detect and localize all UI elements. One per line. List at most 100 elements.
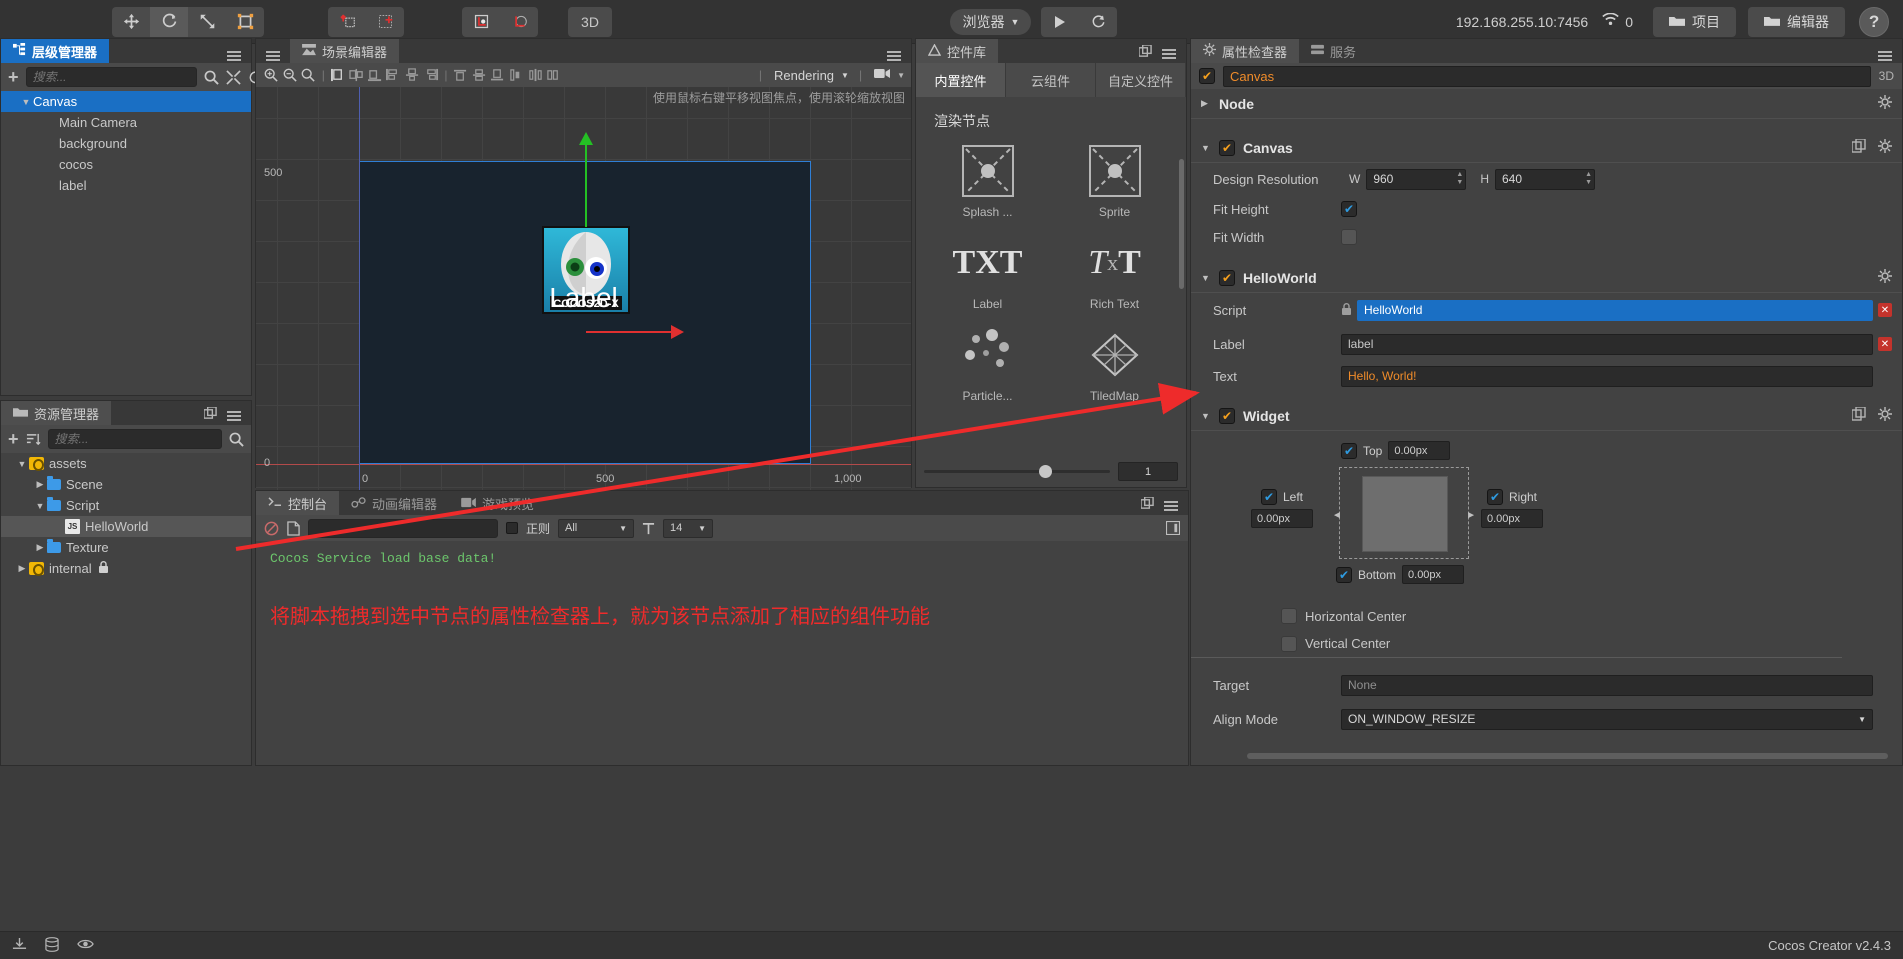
database-icon[interactable] — [45, 936, 59, 955]
console-options-icon[interactable] — [1166, 521, 1180, 535]
local-coord-tool-button[interactable] — [462, 7, 500, 37]
hierarchy-node-cocos[interactable]: cocos — [1, 154, 251, 175]
widget-left-value[interactable]: 0.00px — [1251, 509, 1313, 528]
zoom-out-icon[interactable] — [281, 65, 300, 85]
distribute-left-icon[interactable] — [507, 65, 526, 85]
widget-item-rich-text[interactable]: TxT Rich Text — [1051, 231, 1178, 317]
height-stepper[interactable]: ▲ ▼ — [1585, 171, 1592, 187]
component-header-node[interactable]: ▶ Node — [1191, 89, 1902, 119]
popout-icon[interactable] — [1140, 496, 1154, 515]
asset-row-script[interactable]: ▼ Script — [1, 495, 251, 516]
chevron-down-icon[interactable]: ▼ — [1201, 273, 1211, 283]
inspector-menu-icon[interactable] — [1878, 49, 1892, 63]
chevron-right-icon[interactable]: ▶ — [1201, 98, 1211, 109]
clear-console-icon[interactable] — [264, 521, 279, 536]
design-width-field[interactable]: 960 ▲ ▼ — [1366, 168, 1467, 190]
asset-row-assets[interactable]: ▼ assets — [1, 453, 251, 474]
widget-enabled-checkbox[interactable]: ✔ — [1219, 407, 1235, 424]
widget-right-checkbox[interactable]: ✔ — [1486, 489, 1503, 505]
chevron-right-icon[interactable]: ▶ — [15, 563, 29, 574]
tab-animation-editor[interactable]: 动画编辑器 — [339, 491, 449, 515]
scale-tool-button[interactable] — [188, 7, 226, 37]
chevron-right-icon[interactable]: ▶ — [33, 542, 47, 553]
tab-scene-editor[interactable]: 场景编辑器 — [290, 39, 400, 63]
popout-icon[interactable] — [1138, 44, 1152, 63]
widget-top-value[interactable]: 0.00px — [1388, 441, 1451, 460]
scene-viewport[interactable]: 使用鼠标右键平移视图焦点，使用滚轮缩放视图 500 0 0 500 1,000 — [256, 87, 911, 511]
copy-icon[interactable] — [1851, 138, 1866, 156]
tab-inspector[interactable]: 属性检查器 — [1191, 39, 1300, 63]
tab-game-preview[interactable]: 游戏预览 — [449, 491, 546, 515]
fit-height-checkbox[interactable]: ✔ — [1341, 201, 1357, 217]
assets-menu-icon[interactable] — [227, 409, 241, 423]
asset-row-texture[interactable]: ▶ Texture — [1, 537, 251, 558]
widget-bottom-checkbox[interactable]: ✔ — [1336, 566, 1352, 583]
tab-assets[interactable]: 资源管理器 — [1, 401, 112, 425]
distribute-top-icon[interactable] — [451, 65, 470, 85]
font-size-dropdown[interactable]: 14 ▼ — [663, 518, 714, 538]
canvas-enabled-checkbox[interactable]: ✔ — [1219, 139, 1235, 156]
widget-item-label[interactable]: TXT Label — [924, 231, 1051, 317]
add-asset-button[interactable]: + — [8, 429, 19, 450]
widget-bottom-value[interactable]: 0.00px — [1402, 565, 1465, 584]
label-ref-field[interactable]: label — [1341, 333, 1873, 355]
tab-console[interactable]: 控制台 — [256, 491, 340, 515]
node-name-field[interactable]: Canvas — [1223, 65, 1871, 87]
helloworld-enabled-checkbox[interactable]: ✔ — [1219, 269, 1235, 286]
chevron-down-icon[interactable]: ▼ — [33, 501, 47, 511]
pivot-tool-button[interactable] — [328, 7, 366, 37]
distribute-bottom-icon[interactable] — [489, 65, 508, 85]
component-header-helloworld[interactable]: ▼ ✔ HelloWorld — [1191, 263, 1902, 293]
global-coord-tool-button[interactable] — [500, 7, 538, 37]
gear-icon[interactable] — [1878, 139, 1892, 156]
widget-left-checkbox[interactable]: ✔ — [1260, 489, 1277, 505]
chevron-down-icon[interactable]: ▼ — [1201, 143, 1211, 153]
refresh-button[interactable] — [1079, 7, 1117, 37]
align-right-icon[interactable] — [366, 65, 385, 85]
target-ref-field[interactable]: None — [1341, 674, 1873, 696]
fit-width-checkbox[interactable] — [1341, 229, 1357, 245]
sort-assets-icon[interactable] — [26, 432, 41, 447]
open-log-file-icon[interactable] — [287, 520, 300, 536]
widget-right-value[interactable]: 0.00px — [1481, 509, 1543, 528]
widget-zoom-value[interactable]: 1 — [1118, 462, 1178, 481]
hierarchy-node-main-camera[interactable]: Main Camera — [1, 112, 251, 133]
regex-checkbox[interactable] — [506, 522, 518, 534]
tab-services[interactable]: 服务 — [1299, 39, 1368, 63]
add-node-button[interactable]: + — [8, 67, 19, 88]
widget-item-splash[interactable]: Splash ... — [924, 139, 1051, 225]
text-value-field[interactable]: Hello, World! — [1341, 365, 1873, 387]
script-ref-field[interactable]: HelloWorld — [1357, 299, 1873, 321]
search-icon[interactable] — [204, 70, 219, 85]
chevron-down-icon[interactable]: ▼ — [15, 459, 29, 469]
assets-search-input[interactable] — [47, 429, 222, 449]
asset-row-scene[interactable]: ▶ Scene — [1, 474, 251, 495]
hierarchy-menu-icon[interactable] — [227, 49, 241, 63]
grid-snap-tool-button[interactable] — [366, 7, 404, 37]
move-tool-button[interactable] — [112, 7, 150, 37]
vertical-center-checkbox[interactable] — [1281, 635, 1297, 652]
rendering-dropdown[interactable]: Rendering ▼ — [774, 68, 849, 83]
gizmo-x-axis-arrow[interactable] — [586, 325, 684, 339]
collapse-all-icon[interactable] — [225, 69, 241, 85]
widget-library-scrollbar[interactable] — [1179, 159, 1184, 289]
console-filter-input[interactable] — [308, 518, 498, 538]
align-middle-icon[interactable] — [403, 65, 422, 85]
rect-transform-tool-button[interactable] — [226, 7, 264, 37]
camera-dropdown[interactable]: ▼ — [874, 68, 905, 82]
popout-icon[interactable] — [203, 406, 217, 425]
distribute-middle-icon[interactable] — [470, 65, 489, 85]
widget-zoom-slider[interactable] — [924, 465, 1110, 478]
hierarchy-search-input[interactable] — [25, 67, 197, 87]
eye-icon[interactable] — [77, 938, 94, 953]
distribute-center-icon[interactable] — [526, 65, 545, 85]
tab-custom-widgets[interactable]: 自定义控件 — [1096, 63, 1186, 97]
zoom-reset-icon[interactable] — [299, 65, 318, 85]
chevron-down-icon[interactable]: ▼ — [19, 97, 33, 107]
node-enabled-checkbox[interactable]: ✔ — [1199, 68, 1215, 84]
widget-library-menu-icon[interactable] — [1162, 47, 1176, 61]
mode-3d-button[interactable]: 3D — [568, 7, 612, 37]
component-header-widget[interactable]: ▼ ✔ Widget — [1191, 401, 1902, 431]
design-height-field[interactable]: 640 ▲ ▼ — [1495, 168, 1595, 190]
align-mode-dropdown[interactable]: ON_WINDOW_RESIZE ▼ — [1341, 708, 1873, 730]
